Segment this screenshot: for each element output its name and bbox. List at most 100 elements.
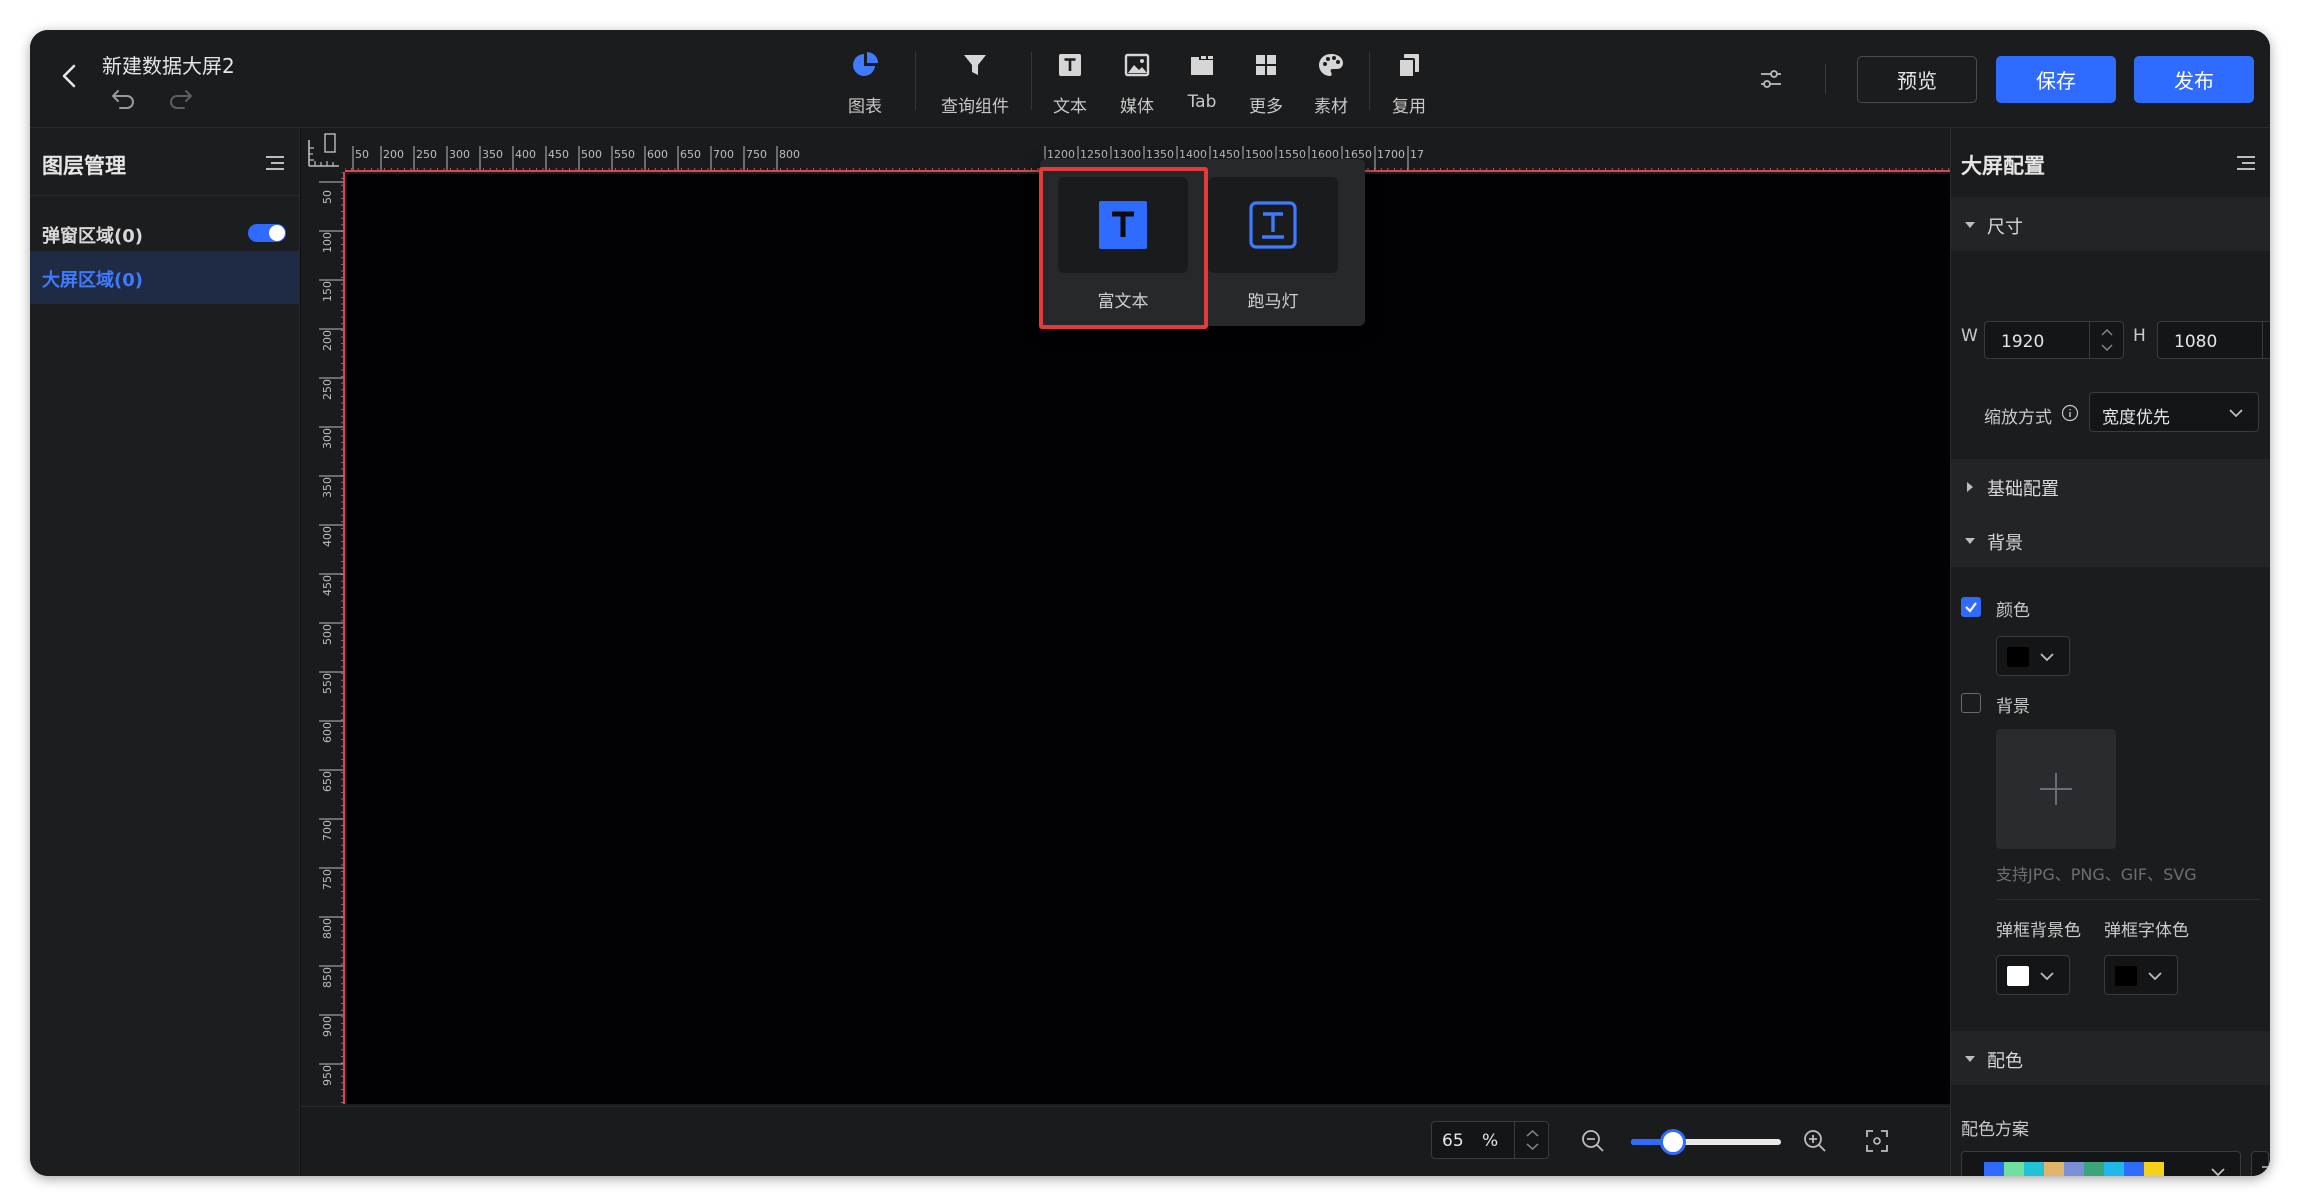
section-palette-header[interactable]: 配色 [1951, 1031, 2270, 1085]
popup-zone-toggle[interactable] [248, 224, 286, 242]
zoom-slider[interactable] [1631, 1129, 1781, 1155]
ruler-tick-label: 350 [482, 148, 503, 161]
ruler-tick-label: 950 [321, 1065, 334, 1086]
dialog-font-color-picker[interactable] [2104, 955, 2178, 995]
image-icon [1120, 48, 1154, 82]
copy-icon [1392, 48, 1426, 82]
menu-icon[interactable] [2233, 150, 2259, 176]
ruler-tick-label: 300 [449, 148, 470, 161]
tool-reuse[interactable]: 复用 [1379, 44, 1439, 124]
section-size-title: 尺寸 [1987, 217, 2023, 238]
ruler-tick-label: 450 [321, 575, 334, 596]
screen-zone-item[interactable]: 大屏区域(0) [30, 251, 300, 304]
tool-text[interactable]: 文本 [1040, 44, 1100, 124]
pie-chart-icon [848, 48, 882, 82]
color-checkbox[interactable] [1961, 597, 1981, 617]
publish-button[interactable]: 发布 [2134, 56, 2254, 103]
panel-divider [1996, 899, 2261, 900]
width-value: 1920 [2001, 332, 2045, 352]
palette-select[interactable] [1961, 1151, 2241, 1176]
section-background-title: 背景 [1987, 533, 2023, 554]
fit-screen-icon[interactable] [1863, 1127, 1891, 1155]
tool-tab[interactable]: Tab [1172, 44, 1232, 124]
sliders-settings-icon[interactable] [1756, 64, 1786, 94]
ruler-tick-label: 550 [614, 148, 635, 161]
config-panel-title: 大屏配置 [1961, 154, 2045, 178]
rich-text-label: 富文本 [1097, 292, 1149, 312]
ruler-tick-label: 750 [746, 148, 767, 161]
tool-more[interactable]: 更多 [1236, 44, 1296, 124]
screen-zone-label: 大屏区域(0) [42, 270, 143, 291]
caret-down-icon [1963, 533, 1977, 547]
section-size-header[interactable]: 尺寸 [1951, 197, 2270, 251]
section-basic-header[interactable]: 基础配置 [1951, 459, 2270, 513]
height-label: H [2133, 326, 2146, 346]
dialog-font-label: 弹框字体色 [2104, 921, 2189, 941]
ruler-tick-label: 650 [680, 148, 701, 161]
width-input[interactable]: 1920 [1984, 321, 2124, 359]
tool-query[interactable]: 查询组件 [930, 44, 1020, 124]
info-icon[interactable] [2061, 404, 2079, 422]
tool-chart[interactable]: 图表 [830, 44, 900, 124]
rich-text-icon [1099, 201, 1147, 249]
palette-settings-button[interactable] [2251, 1151, 2270, 1176]
undo-icon[interactable] [108, 82, 140, 114]
height-input[interactable]: 1080 [2157, 321, 2270, 359]
grid-icon [1249, 48, 1283, 82]
ruler-tick-label: 350 [321, 477, 334, 498]
ruler-tick-label: 600 [647, 148, 668, 161]
preview-button[interactable]: 预览 [1857, 56, 1977, 103]
vertical-ruler[interactable]: 50 100 150 200 250 300 350 400 450 500 550 600 650 70… [301, 172, 345, 1104]
chevron-down-icon [2037, 647, 2057, 667]
palette-color-swatch [1984, 1162, 2004, 1176]
back-arrow-icon[interactable] [52, 58, 88, 94]
panel-divider [30, 195, 300, 196]
zoom-out-icon[interactable] [1579, 1127, 1607, 1155]
bg-color-swatch [2007, 647, 2029, 667]
section-background-header[interactable]: 背景 [1951, 513, 2270, 567]
chevron-down-icon [2208, 1162, 2228, 1176]
dialog-bg-color-picker[interactable] [1996, 955, 2070, 995]
tool-material[interactable]: 素材 [1301, 44, 1361, 124]
zoom-slider-thumb[interactable] [1660, 1129, 1686, 1155]
save-button[interactable]: 保存 [1996, 56, 2116, 103]
chevron-down-icon [2145, 966, 2165, 986]
palette-color-swatch [2064, 1162, 2084, 1176]
zoom-input[interactable]: 65 % [1431, 1121, 1549, 1159]
bg-color-picker[interactable] [1996, 636, 2070, 676]
ruler-tick-label: 250 [321, 379, 334, 400]
redo-icon[interactable] [164, 82, 196, 114]
text-icon [1053, 48, 1087, 82]
width-stepper-icon[interactable] [2089, 322, 2123, 358]
tool-text-label: 文本 [1053, 97, 1087, 117]
app-window: 新建数据大屏2 图表 查询组件 文本 媒体 Tab 更多 素材 复用 预览 保存… [30, 30, 2270, 1176]
zoom-stepper-icon[interactable] [1514, 1122, 1549, 1158]
ruler-tick-label: 50 [321, 190, 334, 204]
upload-hint: 支持JPG、PNG、GIF、SVG [1996, 865, 2197, 884]
marquee-label: 跑马灯 [1247, 292, 1299, 312]
ruler-tick-label: 100 [321, 232, 334, 253]
palette-color-swatch [2144, 1162, 2164, 1176]
popup-zone-label: 弹窗区域(0) [42, 226, 143, 247]
marquee-thumb [1208, 177, 1338, 273]
section-palette-title: 配色 [1987, 1051, 2023, 1072]
bg-upload-box[interactable] [1996, 729, 2116, 849]
menu-icon[interactable] [262, 150, 288, 176]
tool-chart-label: 图表 [848, 97, 882, 117]
tool-media[interactable]: 媒体 [1107, 44, 1167, 124]
caret-down-icon [1963, 217, 1977, 231]
dialog-bg-swatch [2007, 966, 2029, 986]
rich-text-option[interactable]: 富文本 [1058, 177, 1188, 317]
ruler-corner-icon[interactable] [301, 128, 345, 172]
header-divider [1825, 64, 1826, 94]
palette-icon [1314, 48, 1348, 82]
scale-mode-select[interactable]: 宽度优先 [2089, 392, 2259, 432]
ruler-tick-label: 500 [321, 624, 334, 645]
marquee-option[interactable]: 跑马灯 [1208, 177, 1338, 317]
zoom-in-icon[interactable] [1801, 1127, 1829, 1155]
ruler-tick-label: 1700 [1377, 148, 1405, 161]
height-stepper-icon[interactable] [2262, 322, 2270, 358]
image-checkbox[interactable] [1961, 693, 1981, 713]
canvas-statusbar: 65 % [301, 1106, 1950, 1176]
ruler-tick-label: 400 [515, 148, 536, 161]
